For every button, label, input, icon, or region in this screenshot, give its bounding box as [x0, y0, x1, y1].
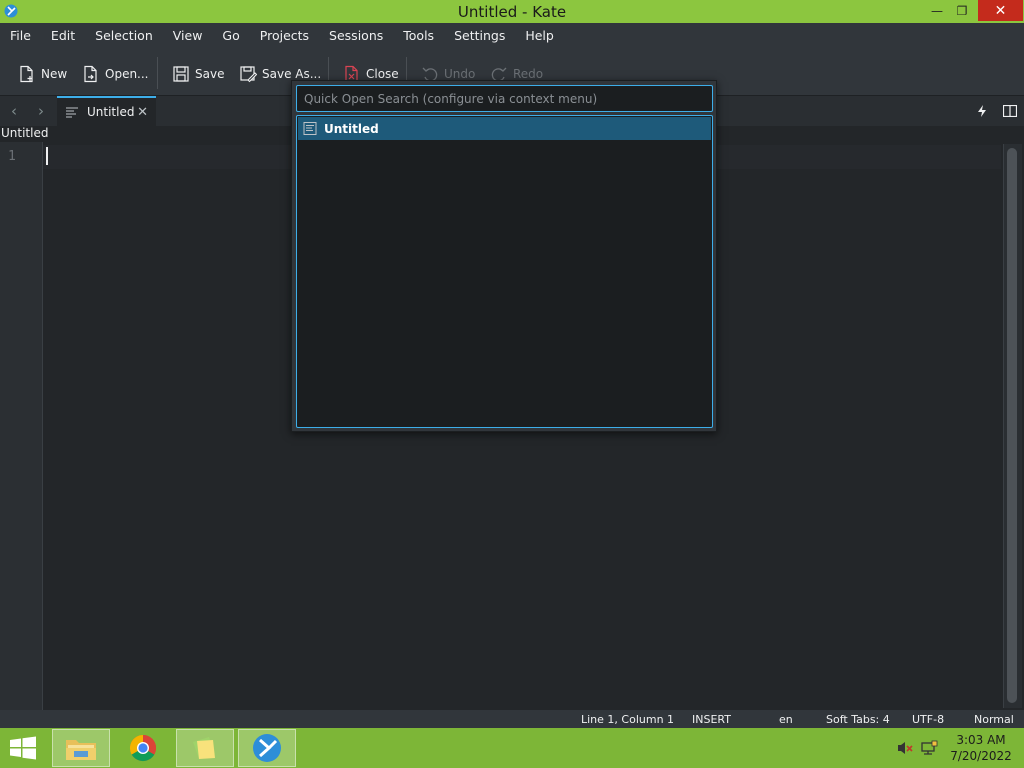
tab-untitled[interactable]: Untitled ✕: [57, 96, 156, 126]
restore-button[interactable]: ❐: [949, 0, 975, 21]
menu-tools[interactable]: Tools: [393, 23, 444, 49]
text-cursor: [46, 147, 48, 165]
clock-time: 3:03 AM: [956, 733, 1006, 747]
quick-open-result-item[interactable]: Untitled: [298, 117, 711, 140]
close-button-label: Close: [366, 67, 399, 81]
chrome-taskbar-button[interactable]: [114, 729, 172, 767]
next-tab-button[interactable]: ›: [33, 102, 49, 120]
edit-mode[interactable]: INSERT: [692, 713, 731, 726]
save-button-label: Save: [195, 67, 225, 81]
menu-bar: File Edit Selection View Go Projects Ses…: [0, 23, 1024, 49]
save-button[interactable]: Save: [172, 63, 224, 85]
tab-close-icon[interactable]: ✕: [137, 105, 148, 120]
toolbar-separator: [157, 57, 158, 89]
close-window-button[interactable]: ✕: [978, 0, 1023, 21]
quick-open-results-list: Untitled: [296, 115, 713, 428]
quick-open-icon[interactable]: [974, 103, 990, 119]
new-button[interactable]: New: [18, 63, 67, 85]
folder-icon: [66, 740, 96, 760]
windows-taskbar: 3:03 AM 7/20/2022: [0, 728, 1024, 768]
encoding-setting[interactable]: UTF-8: [912, 713, 944, 726]
open-button-label: Open...: [105, 67, 149, 81]
menu-settings[interactable]: Settings: [444, 23, 515, 49]
quick-open-result-label: Untitled: [324, 121, 379, 136]
document-icon: [303, 122, 317, 135]
previous-tab-button[interactable]: ‹: [6, 102, 22, 120]
sticky-notes-taskbar-button[interactable]: [176, 729, 234, 767]
notes-icon: [193, 737, 215, 759]
menu-sessions[interactable]: Sessions: [319, 23, 393, 49]
clock-date: 7/20/2022: [950, 749, 1012, 763]
tab-label: Untitled: [87, 105, 135, 119]
menu-view[interactable]: View: [163, 23, 213, 49]
input-mode[interactable]: Normal: [974, 713, 1014, 726]
quick-open-popup: Untitled: [291, 80, 717, 432]
title-bar: Untitled - Kate — ❐ ✕: [0, 0, 1024, 23]
menu-file[interactable]: File: [0, 23, 41, 49]
undo-button-label: Undo: [444, 67, 476, 81]
save-as-icon: [240, 66, 257, 83]
open-document-icon: [84, 65, 97, 83]
kate-icon: [253, 734, 281, 762]
menu-edit[interactable]: Edit: [41, 23, 85, 49]
save-as-button-label: Save As...: [262, 67, 322, 81]
split-view-icon[interactable]: [1002, 103, 1018, 119]
windows-start-icon[interactable]: [8, 736, 38, 760]
system-clock[interactable]: 3:03 AM 7/20/2022: [946, 732, 1016, 764]
line-number-gutter: 1: [0, 142, 43, 710]
cursor-position[interactable]: Line 1, Column 1: [581, 713, 674, 726]
new-document-icon: [20, 65, 33, 83]
quick-open-search-input[interactable]: [296, 85, 713, 112]
redo-button-label: Redo: [513, 67, 544, 81]
network-icon[interactable]: [920, 728, 938, 768]
menu-go[interactable]: Go: [212, 23, 249, 49]
menu-help[interactable]: Help: [515, 23, 564, 49]
open-button[interactable]: Open...: [82, 63, 149, 85]
scrollbar-thumb[interactable]: [1007, 148, 1017, 703]
chrome-icon: [129, 734, 157, 762]
volume-muted-icon[interactable]: [896, 728, 914, 768]
indentation-setting[interactable]: Soft Tabs: 4: [826, 713, 890, 726]
file-explorer-taskbar-button[interactable]: [52, 729, 110, 767]
window-title: Untitled - Kate: [457, 3, 567, 21]
text-document-icon: [66, 107, 78, 118]
save-icon: [173, 66, 189, 82]
new-button-label: New: [41, 67, 68, 81]
dictionary-language[interactable]: en: [779, 713, 793, 726]
menu-projects[interactable]: Projects: [250, 23, 319, 49]
kate-taskbar-button[interactable]: [238, 729, 296, 767]
menu-selection[interactable]: Selection: [85, 23, 163, 49]
status-bar: Line 1, Column 1 INSERT en Soft Tabs: 4 …: [0, 710, 1024, 728]
minimize-button[interactable]: —: [924, 0, 950, 21]
line-number: 1: [8, 149, 16, 164]
